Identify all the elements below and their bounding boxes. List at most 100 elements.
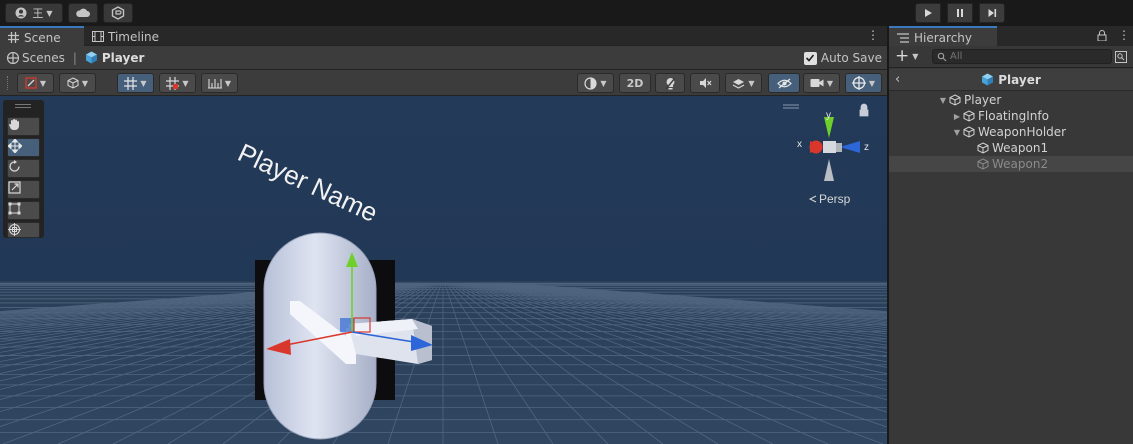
rotate-tool-button[interactable] (7, 159, 40, 178)
layers-icon (733, 79, 745, 89)
scene-visibility-toggle[interactable] (768, 73, 800, 93)
account-button[interactable]: 王 ▼ (5, 3, 63, 23)
gizmos-dropdown[interactable]: ▼ (845, 73, 882, 93)
unity-scene-icon (7, 51, 19, 64)
draw-shading-dropdown[interactable]: ▼ (577, 73, 614, 93)
hand-icon (9, 119, 19, 131)
account-icon (15, 7, 27, 19)
transform-tool-button[interactable] (7, 222, 40, 238)
2d-mode-label: 2D (626, 76, 644, 90)
lighting-toggle-button[interactable] (655, 73, 685, 93)
auto-save-checkbox[interactable] (803, 51, 817, 65)
chevron-down-icon: ▼ (81, 78, 89, 88)
effects-dropdown[interactable]: ▼ (725, 73, 762, 93)
scene-tab-strip: Scene Timeline ⋮ (0, 26, 887, 47)
lightbulb-icon (664, 77, 676, 89)
tree-item-label: Player (964, 93, 1002, 107)
search-icon (937, 52, 947, 61)
lock-icon[interactable] (859, 103, 869, 117)
collapse-arrow-icon[interactable]: ▶ (951, 112, 963, 121)
persp-label[interactable]: Persp (819, 192, 851, 206)
prefab-cube-icon (85, 51, 97, 64)
gizmo-icon (851, 76, 866, 90)
chevron-down-icon: ▼ (140, 78, 147, 88)
tab-hierarchy-label: Hierarchy (914, 30, 973, 45)
chevron-down-icon: ▼ (224, 78, 232, 88)
hierarchy-panel: Hierarchy ⋮ + ▼ ‹ Player ▼ Player ▶ (889, 26, 1133, 444)
breadcrumb: Scenes | Player Auto Save (0, 46, 887, 70)
checkmark-icon (806, 54, 815, 62)
collab-button[interactable] (103, 3, 133, 23)
cube-outline-icon (67, 77, 79, 89)
move-tool-button[interactable] (7, 138, 40, 157)
render-mode-dropdown[interactable]: ▼ (59, 73, 96, 93)
search-input[interactable] (950, 51, 1100, 62)
scene-viewport[interactable]: Player Name y x z Persp (0, 96, 887, 444)
pause-button[interactable] (947, 3, 973, 23)
scene-toolbar: ▼ ▼ ▼ ▼ ▼ ▼ 2D ▼ ▼ ▼ (0, 70, 887, 96)
draw-mode-dropdown[interactable]: ▼ (17, 73, 54, 93)
back-arrow-icon[interactable]: ‹ (895, 72, 900, 87)
search-by-type-icon[interactable] (1115, 51, 1127, 63)
breadcrumb-separator: | (72, 50, 77, 65)
tree-item-floatinginfo[interactable]: ▶ FloatingInfo (889, 108, 1133, 124)
gameobject-cube-icon (977, 142, 989, 154)
scale-tool-button[interactable] (7, 180, 40, 199)
kebab-menu-icon[interactable]: ⋮ (867, 29, 879, 41)
auto-save-label: Auto Save (820, 51, 882, 65)
palette-grip-icon[interactable] (15, 104, 31, 108)
breadcrumb-current: Player (101, 50, 145, 65)
tab-hierarchy[interactable]: Hierarchy (889, 26, 997, 47)
lock-icon[interactable] (1097, 30, 1107, 41)
tree-item-label: Weapon2 (992, 157, 1049, 171)
tree-item-weaponholder[interactable]: ▼ WeaponHolder (889, 124, 1133, 140)
increment-snap-dropdown[interactable]: ▼ (159, 73, 196, 93)
tab-timeline[interactable]: Timeline (84, 26, 167, 47)
expand-arrow-icon[interactable]: ▼ (937, 96, 949, 105)
prefab-cube-icon (982, 73, 994, 86)
step-icon (988, 9, 997, 17)
chevron-down-icon: ▼ (39, 78, 47, 88)
search-box[interactable] (932, 49, 1112, 64)
create-button[interactable]: + ▼ (895, 48, 919, 65)
list-icon (897, 32, 909, 43)
sphere-shading-icon (584, 76, 598, 90)
2d-mode-button[interactable]: 2D (619, 73, 651, 93)
grid-snap-dropdown[interactable]: ▼ (117, 73, 154, 93)
expand-arrow-icon[interactable]: ▼ (951, 128, 963, 137)
play-button[interactable] (915, 3, 941, 23)
audio-toggle-button[interactable] (690, 73, 720, 93)
film-icon (92, 31, 104, 42)
scale-icon (8, 181, 21, 194)
breadcrumb-scenes[interactable]: Scenes (22, 51, 65, 65)
step-button[interactable] (979, 3, 1005, 23)
gameobject-cube-icon (949, 94, 961, 106)
cloud-button[interactable] (68, 3, 98, 23)
cloud-icon (76, 8, 90, 17)
camera-settings-dropdown[interactable]: ▼ (803, 73, 840, 93)
auto-save-toggle[interactable]: Auto Save (803, 51, 882, 65)
hand-tool-button[interactable] (7, 117, 40, 136)
tree-item-player[interactable]: ▼ Player (889, 92, 1133, 108)
gizmo-x-label: x (797, 139, 802, 150)
tree-item-weapon2[interactable]: Weapon2 (889, 156, 1133, 172)
ruler-icon (207, 78, 222, 89)
tree-item-weapon1[interactable]: Weapon1 (889, 140, 1133, 156)
chevron-down-icon: ▼ (748, 78, 755, 88)
scene-panel: Scene Timeline ⋮ Scenes | Player Auto Sa… (0, 26, 887, 444)
chevron-down-icon: ▼ (826, 78, 834, 88)
scene-render: Player Name y x z Persp (0, 96, 887, 444)
tree-item-label: WeaponHolder (978, 125, 1067, 139)
ruler-dropdown[interactable]: ▼ (201, 73, 238, 93)
chevron-down-icon: ▼ (600, 78, 607, 88)
rect-tool-button[interactable] (7, 201, 40, 220)
move-arrows-icon (8, 139, 22, 153)
chevron-down-icon: ▼ (912, 51, 919, 61)
rotate-icon (9, 160, 20, 172)
toolbar-grip-icon (7, 76, 9, 90)
tab-scene[interactable]: Scene (0, 26, 84, 47)
account-label: 王 (32, 7, 44, 20)
kebab-menu-icon[interactable]: ⋮ (1118, 29, 1130, 41)
gizmo-z-label: z (864, 142, 869, 153)
tree-item-label: Weapon1 (992, 141, 1049, 155)
